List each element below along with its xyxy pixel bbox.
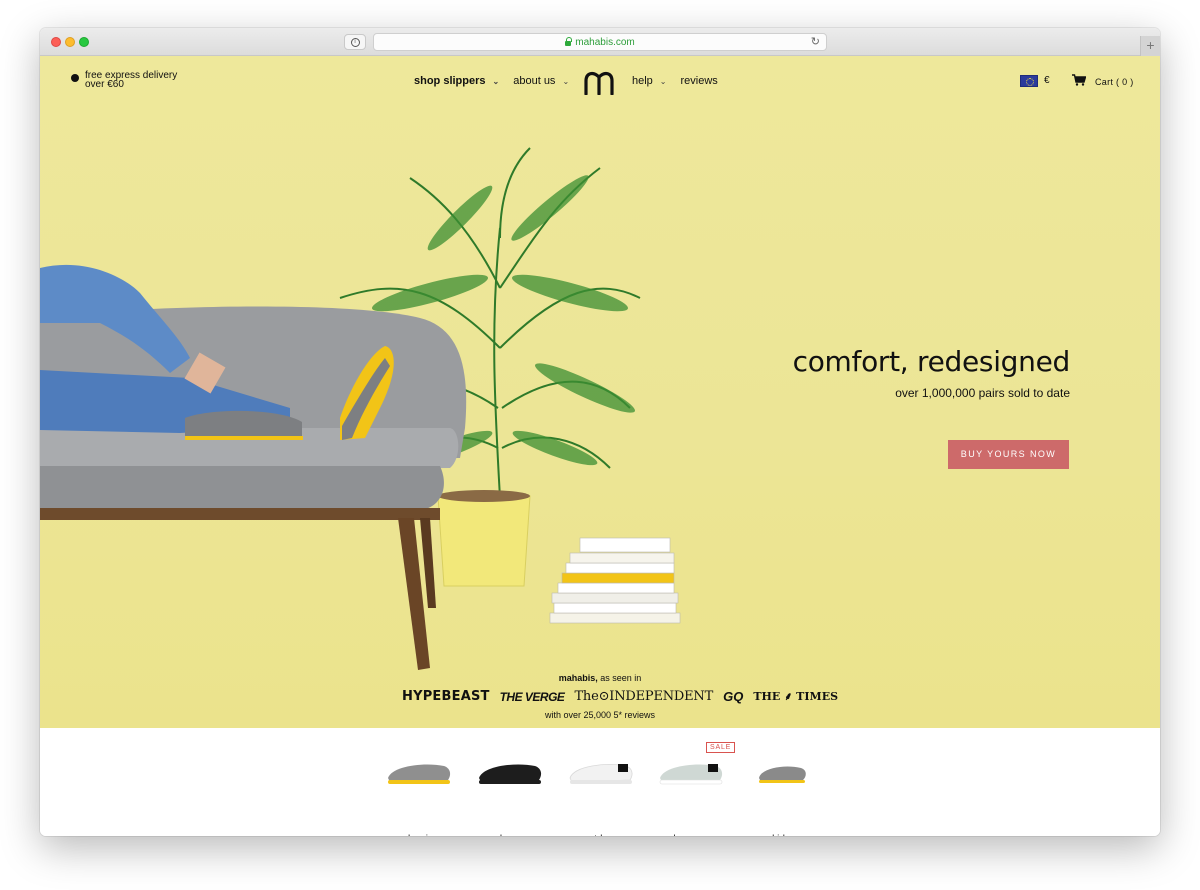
url-text: mahabis.com <box>575 36 635 48</box>
slipper-outdoor-image <box>569 764 633 784</box>
address-bar[interactable]: mahabis.com ↻ <box>373 33 827 51</box>
close-window-button[interactable] <box>51 37 61 47</box>
press-logo-gq: GQ <box>723 689 744 704</box>
press-title-rest: as seen in <box>597 673 642 683</box>
press-reviews-count: with over 25,000 5* reviews <box>544 710 656 720</box>
lock-icon <box>565 36 573 46</box>
product-clearance-label: clearance <box>650 834 730 836</box>
product-classic[interactable]: classic <box>378 754 458 836</box>
browser-toolbar: i mahabis.com ↻ + <box>40 28 1160 56</box>
hero-section: free express delivery over €60 shop slip… <box>40 56 1160 728</box>
press-logo-hypebeast: HYPEBEAST <box>402 689 490 704</box>
hero-subline: over 1,000,000 pairs sold to date <box>895 386 1070 400</box>
sofa-base <box>40 466 444 510</box>
product-category-strip: SALE classic luxe outdoor clearance kids <box>40 728 1160 836</box>
slipper-classic-image <box>388 764 451 784</box>
product-outdoor-label: outdoor <box>560 834 640 836</box>
chevron-down-icon: ⌄ <box>492 76 500 86</box>
new-tab-button[interactable]: + <box>1140 36 1160 56</box>
minimize-window-button[interactable] <box>65 37 75 47</box>
press-title: mahabis, as seen in <box>40 673 1160 683</box>
press-brand: mahabis, <box>558 673 598 683</box>
product-luxe[interactable]: luxe <box>469 754 549 836</box>
main-nav-left: shop slippers ⌄ about us ⌄ <box>414 75 583 87</box>
product-luxe-label: luxe <box>469 834 549 836</box>
nav-help[interactable]: help ⌄ <box>632 75 667 87</box>
nav-reviews[interactable]: reviews <box>681 75 718 87</box>
reload-icon[interactable]: ↻ <box>811 35 820 48</box>
site-header: free express delivery over €60 shop slip… <box>40 56 1160 108</box>
chevron-down-icon: ⌄ <box>659 76 667 86</box>
cart-link[interactable]: Cart ( 0 ) <box>1095 77 1134 87</box>
press-logos: HYPEBEAST THE VERGE The⊙INDEPENDENT GQ T… <box>402 689 838 704</box>
slipper-kids-image <box>759 766 806 783</box>
browser-window: i mahabis.com ↻ + free express delivery … <box>40 28 1160 836</box>
press-logo-the-times: THE ⸙ TIMES <box>753 690 839 703</box>
chevron-down-icon: ⌄ <box>562 76 570 86</box>
nav-help-label: help <box>632 75 653 87</box>
main-nav-right: help ⌄ reviews <box>632 75 732 87</box>
sale-badge: SALE <box>706 742 736 753</box>
currency-selector[interactable]: € <box>1044 75 1050 86</box>
mahabis-logo[interactable] <box>583 69 615 95</box>
product-clearance[interactable]: clearance <box>650 754 730 836</box>
info-icon: i <box>350 37 360 47</box>
delivery-line-2: over €60 <box>85 79 124 90</box>
plant-pot <box>437 495 531 587</box>
hero-scene-illustration <box>40 147 681 670</box>
nav-about-us[interactable]: about us ⌄ <box>513 75 569 87</box>
privacy-report-button[interactable]: i <box>344 34 366 50</box>
nav-shop-slippers-label: shop slippers <box>414 75 486 87</box>
sofa-leg-back <box>420 518 436 608</box>
press-logo-the-verge: THE VERGE <box>499 689 565 704</box>
sofa-frame <box>40 508 440 520</box>
slipper-clearance-image <box>659 764 723 785</box>
slipper-luxe-image <box>479 764 542 784</box>
cart-icon[interactable] <box>1072 74 1086 86</box>
delivery-note: free express delivery over €60 <box>71 71 177 90</box>
zoom-window-button[interactable] <box>79 37 89 47</box>
press-logo-independent: The⊙INDEPENDENT <box>574 689 714 704</box>
product-kids[interactable]: kids <box>741 754 821 836</box>
nav-shop-slippers[interactable]: shop slippers ⌄ <box>414 75 499 87</box>
eu-flag-icon[interactable] <box>1020 75 1038 87</box>
nav-reviews-label: reviews <box>680 75 718 87</box>
product-outdoor[interactable]: outdoor <box>560 754 640 836</box>
hero-headline: comfort, redesigned <box>792 345 1071 378</box>
product-kids-label: kids <box>741 834 821 836</box>
product-classic-label: classic <box>378 834 458 836</box>
nav-about-us-label: about us <box>513 75 556 87</box>
globe-icon <box>71 74 79 82</box>
buy-yours-now-button[interactable]: BUY YOURS NOW <box>948 440 1069 469</box>
book-stack <box>549 537 681 624</box>
